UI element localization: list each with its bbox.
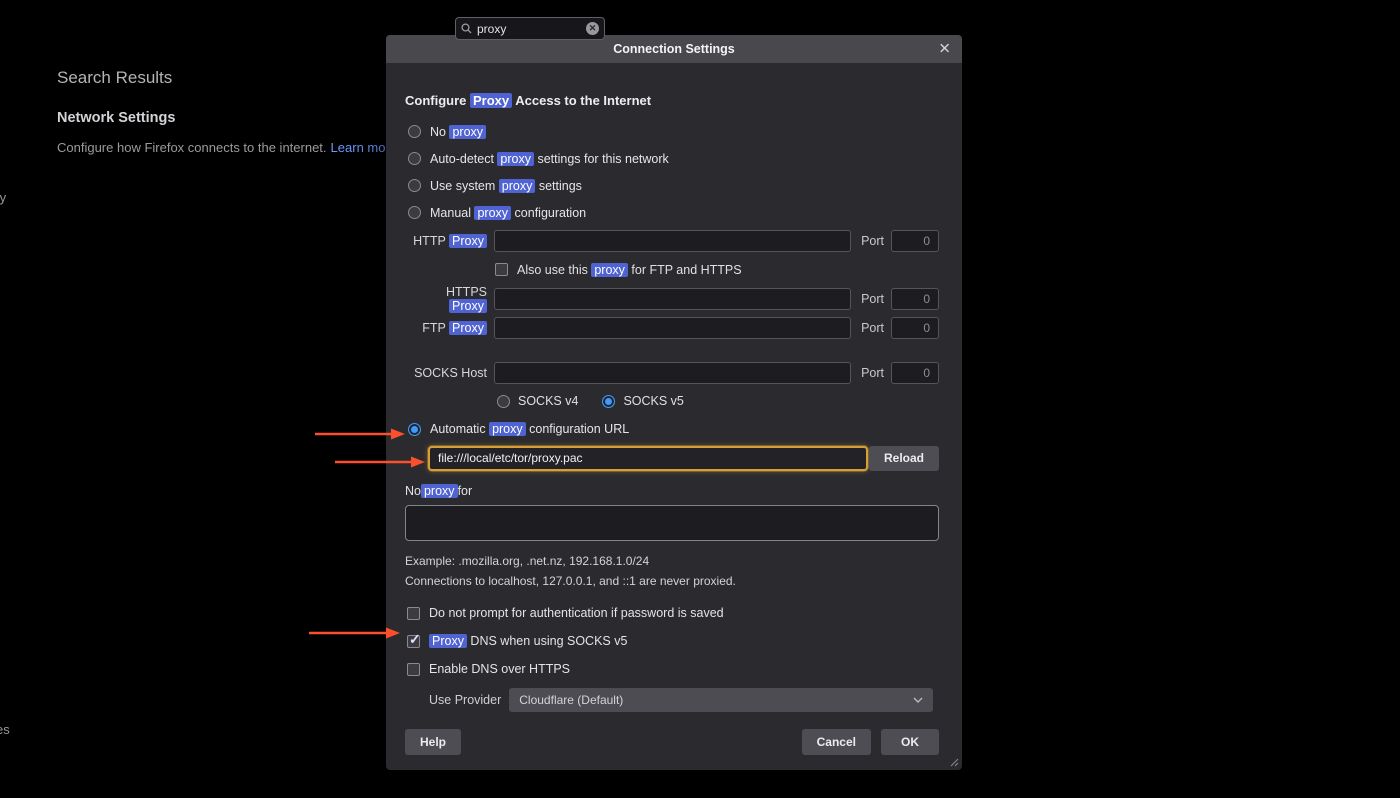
socks-host-row: SOCKS Host Port: [405, 358, 939, 387]
http-proxy-row: HTTP Proxy Port: [405, 226, 939, 255]
dialog-body: Configure Proxy Access to the Internet N…: [386, 63, 962, 755]
checkbox-label: Do not prompt for authentication if pass…: [429, 606, 724, 620]
clear-search-icon[interactable]: ✕: [586, 22, 599, 35]
radio-socks-v5[interactable]: [602, 395, 615, 408]
radio-label: Manual proxy configuration: [430, 206, 586, 220]
radio-icon[interactable]: [408, 423, 421, 436]
proxy-dns-checkbox[interactable]: Proxy DNS when using SOCKS v5: [405, 627, 939, 655]
radio-system-proxy[interactable]: Use system proxy settings: [405, 172, 939, 199]
search-input-value[interactable]: proxy: [477, 22, 581, 36]
radio-label: Use system proxy settings: [430, 179, 582, 193]
socks-v4-label: SOCKS v4: [518, 394, 578, 408]
port-label: Port: [861, 234, 884, 248]
radio-label: Auto-detect proxy settings for this netw…: [430, 152, 669, 166]
http-proxy-label: HTTP Proxy: [405, 234, 494, 248]
radio-icon[interactable]: [408, 206, 421, 219]
dialog-buttons: Help Cancel OK: [405, 729, 939, 755]
help-button[interactable]: Help: [405, 729, 461, 755]
screen: Search Results Network Settings Configur…: [0, 0, 1400, 798]
http-port-input[interactable]: [891, 230, 939, 252]
dns-provider-select[interactable]: Cloudflare (Default): [509, 688, 933, 712]
connection-settings-dialog: Connection Settings ✕ Configure Proxy Ac…: [386, 35, 962, 770]
pac-url-row: Reload: [405, 443, 939, 473]
socks-host-input[interactable]: [494, 362, 851, 384]
heading-text: Access to the Internet: [512, 93, 651, 108]
socks-host-label: SOCKS Host: [405, 366, 494, 380]
search-icon: [461, 23, 472, 34]
radio-icon[interactable]: [408, 125, 421, 138]
cancel-button[interactable]: Cancel: [802, 729, 871, 755]
ftp-port-input[interactable]: [891, 317, 939, 339]
sidebar-text-fragment-top: ty: [0, 190, 6, 205]
radio-label: No proxy: [430, 125, 486, 139]
use-provider-label: Use Provider: [429, 693, 501, 707]
radio-manual-proxy[interactable]: Manual proxy configuration: [405, 199, 939, 226]
annotation-arrow-automatic-proxy: [314, 427, 406, 441]
socks-version-row: SOCKS v4 SOCKS v5: [405, 387, 939, 415]
https-proxy-input[interactable]: [494, 288, 851, 310]
radio-icon[interactable]: [408, 179, 421, 192]
network-settings-title: Network Settings: [57, 110, 175, 126]
radio-label: Automatic proxy configuration URL: [430, 422, 629, 436]
checkbox-label: Also use this proxy for FTP and HTTPS: [517, 263, 742, 277]
http-proxy-input[interactable]: [494, 230, 851, 252]
port-label: Port: [861, 366, 884, 380]
https-proxy-row: HTTPS Proxy Port: [405, 284, 939, 313]
https-proxy-label: HTTPS Proxy: [405, 285, 494, 313]
checkbox-icon[interactable]: [407, 663, 420, 676]
port-label: Port: [861, 292, 884, 306]
ftp-proxy-label: FTP Proxy: [405, 321, 494, 335]
ok-button[interactable]: OK: [881, 729, 939, 755]
annotation-arrow-pac-url: [334, 455, 426, 469]
network-settings-description: Configure how Firefox connects to the in…: [57, 140, 390, 155]
selected-provider: Cloudflare (Default): [519, 693, 623, 707]
heading-text: Configure: [405, 93, 470, 108]
chevron-down-icon: [913, 697, 923, 703]
radio-no-proxy[interactable]: No proxy: [405, 118, 939, 145]
automatic-proxy-radio[interactable]: Automatic proxy configuration URL: [405, 415, 939, 443]
sidebar-text-fragment-bottom: es: [0, 722, 10, 737]
socks-port-input[interactable]: [891, 362, 939, 384]
checkbox-label: Enable DNS over HTTPS: [429, 662, 570, 676]
resize-grip[interactable]: [948, 756, 959, 767]
checkbox-icon[interactable]: [495, 263, 508, 276]
pac-url-input[interactable]: [428, 446, 868, 471]
provider-row: Use Provider Cloudflare (Default): [405, 687, 939, 713]
heading-highlight: Proxy: [470, 93, 512, 108]
socks-v5-label: SOCKS v5: [623, 394, 683, 408]
reload-button[interactable]: Reload: [869, 446, 939, 471]
description-text: Configure how Firefox connects to the in…: [57, 140, 327, 155]
radio-auto-detect-proxy[interactable]: Auto-detect proxy settings for this netw…: [405, 145, 939, 172]
close-icon[interactable]: ✕: [938, 42, 951, 57]
search-results-title: Search Results: [57, 68, 172, 88]
settings-search-box[interactable]: proxy ✕: [455, 17, 605, 40]
checkbox-label: Proxy DNS when using SOCKS v5: [429, 634, 627, 648]
dns-over-https-checkbox[interactable]: Enable DNS over HTTPS: [405, 655, 939, 683]
no-proxy-example: Example: .mozilla.org, .net.nz, 192.168.…: [405, 551, 939, 571]
annotation-arrow-proxy-dns: [308, 626, 401, 640]
ftp-proxy-input[interactable]: [494, 317, 851, 339]
dialog-title: Connection Settings: [613, 42, 735, 56]
also-use-proxy-checkbox-row[interactable]: Also use this proxy for FTP and HTTPS: [405, 255, 939, 284]
learn-more-link[interactable]: Learn mor: [331, 140, 390, 155]
radio-socks-v4[interactable]: [497, 395, 510, 408]
no-proxy-for-textarea[interactable]: [405, 505, 939, 541]
no-proxy-for-label: No proxy for: [405, 479, 939, 503]
no-proxy-note: Connections to localhost, 127.0.0.1, and…: [405, 571, 939, 591]
checkbox-icon[interactable]: [407, 607, 420, 620]
no-auth-prompt-checkbox[interactable]: Do not prompt for authentication if pass…: [405, 599, 939, 627]
dialog-heading: Configure Proxy Access to the Internet: [405, 93, 939, 108]
https-port-input[interactable]: [891, 288, 939, 310]
checkbox-checked-icon[interactable]: [407, 635, 420, 648]
port-label: Port: [861, 321, 884, 335]
radio-icon[interactable]: [408, 152, 421, 165]
ftp-proxy-row: FTP Proxy Port: [405, 313, 939, 342]
